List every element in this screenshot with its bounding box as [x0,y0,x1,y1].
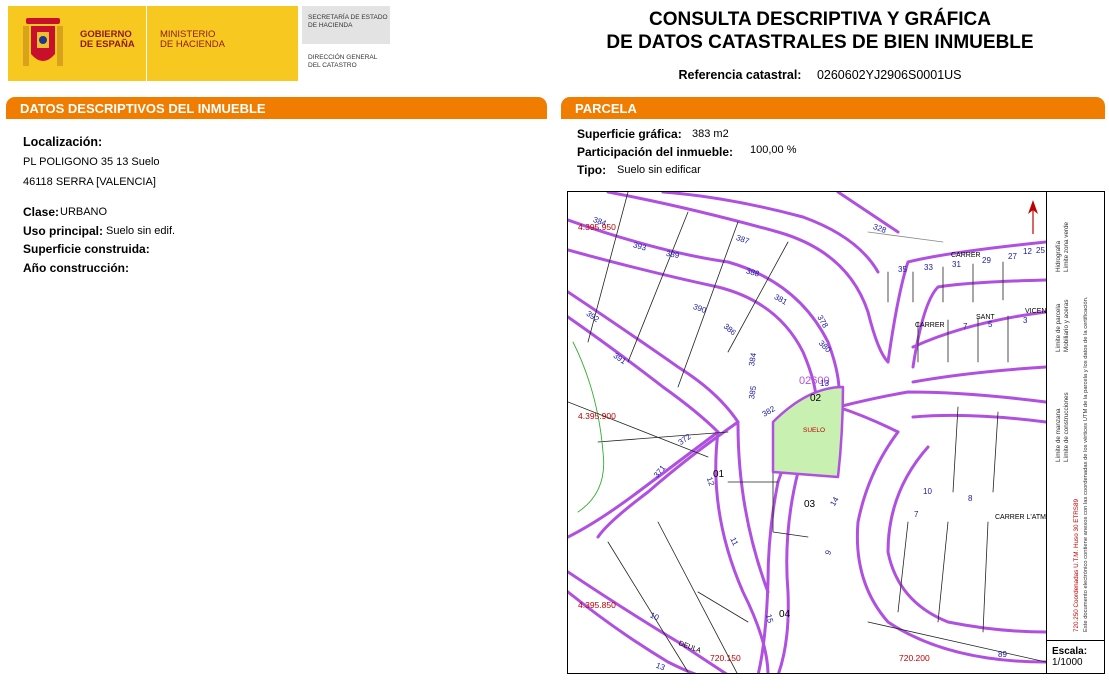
scale-label: Escala: [1052,646,1088,657]
legend-limite-zona-verde: Límite zona verde [1063,221,1070,272]
suelo-label: SUELO [803,427,826,434]
street-number: 25 [1036,246,1045,255]
anio-construccion-label: Año construcción: [23,261,130,275]
street-name-label: VICEN [1025,308,1047,315]
legend-doc-note: Este documento electrónico contiene anex… [1083,296,1089,632]
superficie-grafica-value: 383 m2 [692,128,729,140]
x-coord-label: 720.150 [710,653,741,663]
street-number: 13 [820,379,829,388]
street-name-label: CARRER [951,252,981,259]
street-number: 7 [914,510,919,519]
coat-of-arms-icon [23,18,63,66]
legend-limite-parcela: Límite de parcela [1055,303,1062,352]
street-number: 89 [998,650,1007,659]
government-logo-block: GOBIERNO DE ESPAÑA MINISTERIO DE HACIENDA [8,6,298,81]
reference-value: 0260602YJ2906S0001US [816,68,962,82]
document-title: CONSULTA DESCRIPTIVA Y GRÁFICA DE DATOS … [606,9,1034,53]
tipo-label: Tipo: [577,163,607,177]
legend-mobiliario: Mobiliario y aceras [1063,299,1070,353]
street-number: 12 [1023,247,1032,256]
localizacion-label: Localización: [23,135,103,149]
street-number: 10 [923,487,932,496]
parcel-id-label: 01 [713,469,725,480]
divider [146,6,147,81]
address-line-1: PL POLIGONO 35 13 Suelo [23,156,160,168]
street-number: 33 [924,263,933,272]
cadastral-map[interactable]: 4.395.950 4.395.900 4.395.850 720.150 72… [567,191,1105,674]
street-number: 29 [982,256,991,265]
street-number: 31 [952,260,961,269]
participacion-label: Participación del inmueble: [577,145,734,159]
street-number: 7 [963,322,968,331]
parcel-id-label: 04 [779,609,791,620]
datos-descriptivos-header: DATOS DESCRIPTIVOS DEL INMUEBLE [6,97,547,119]
legend-divider [1046,192,1047,673]
street-name-label: SANT [976,314,995,321]
parcel-id-label: 02 [810,393,822,404]
y-coord-label: 4.395.850 [578,600,616,610]
superficie-construida-label: Superficie construida: [23,242,150,256]
gobierno-text: GOBIERNO DE ESPAÑA [80,29,135,50]
ministerio-text: MINISTERIO DE HACIENDA [160,29,225,50]
legend-utm-note: 720.250 Coordenadas U.T.M. Huso 30 ETRS8… [1073,498,1080,632]
scale-box: Escala: 1/1000 [1046,640,1104,673]
uso-label: Uso principal: [23,224,104,238]
tipo-value: Suelo sin edificar [617,164,701,176]
legend-hidrografia: Hidrografía [1055,240,1062,272]
street-number: 35 [898,265,907,274]
secretaria-block: SECRETARÍA DE ESTADO DE HACIENDA [302,6,390,44]
street-number: 3 [1023,316,1028,325]
map-legend: Límite de manzana Límite de parcela Lími… [1051,192,1103,640]
street-number: 8 [968,494,973,503]
secretaria-text: SECRETARÍA DE ESTADO DE HACIENDA [308,14,388,29]
parcel-id-label: 03 [804,499,816,510]
legend-limite-manzana: Límite de manzana [1055,408,1062,462]
hydrography-line [867,231,944,243]
scale-value: 1/1000 [1052,657,1083,668]
street-number: 27 [1008,252,1017,261]
participacion-value: 100,00 % [750,144,797,156]
street-name-label: CARRER [915,322,945,329]
address-line-2: 46118 SERRA [VALENCIA] [23,176,156,188]
legend-limite-construcciones: Límite de construcciones [1063,392,1070,462]
direccion-text: DIRECCIÓN GENERAL DEL CATASTRO [308,54,378,69]
parcela-header: PARCELA [561,97,1105,119]
reference-row: Referencia catastral: 0260602YJ2906S0001… [600,68,1040,82]
uso-value: Suelo sin edif. [106,225,176,237]
reference-label: Referencia catastral: [678,68,802,82]
green-zone-line [572,341,605,513]
north-arrow-icon [1028,200,1038,234]
x-coord-label: 720.200 [899,653,930,663]
street-name-label: CARRER L'ATM [995,514,1046,521]
y-coord-label: 4.395.900 [578,411,616,421]
clase-value: URBANO [60,206,108,218]
clase-label: Clase: [23,205,60,219]
street-number: 5 [988,320,993,329]
superficie-grafica-label: Superficie gráfica: [577,127,682,141]
